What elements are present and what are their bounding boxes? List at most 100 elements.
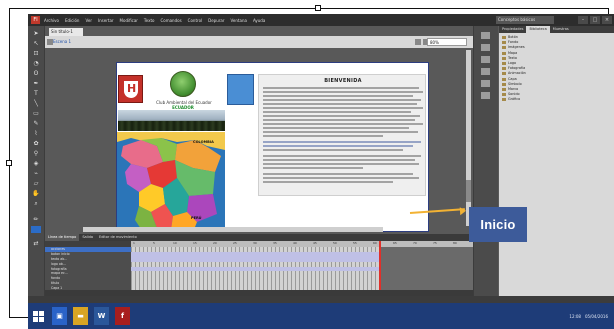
library-item[interactable]: Gráfico	[501, 97, 581, 102]
ruler-tick: 75	[433, 241, 437, 245]
maximize-button[interactable]: □	[590, 16, 600, 24]
ruler-tick: 30	[253, 241, 257, 245]
transform-tool-icon[interactable]: ⊡	[31, 50, 41, 57]
components-panel-icon[interactable]	[481, 92, 490, 99]
map-label-colombia: COLOMBIA	[193, 140, 214, 144]
edit-scene-icon[interactable]	[415, 39, 421, 45]
menu-modificar[interactable]: Modificar	[120, 18, 138, 23]
playhead[interactable]	[379, 241, 381, 291]
vertical-scroll-thumb[interactable]	[466, 180, 471, 202]
ecuador-map: COLOMBIA PERÚ	[117, 132, 225, 232]
layer-name[interactable]: fotografía	[51, 267, 67, 272]
tab-library[interactable]: Biblioteca	[526, 26, 550, 33]
timeline-footer	[45, 290, 473, 296]
swatches-panel-icon[interactable]	[481, 44, 490, 51]
layer-name[interactable]: boton inicio	[51, 252, 70, 257]
windows-start-icon[interactable]	[33, 311, 44, 322]
layer-name[interactable]: titulo	[51, 281, 59, 286]
layer-name[interactable]: texto ab...	[51, 257, 67, 262]
ruler-tick: 15	[193, 241, 197, 245]
word-taskbar-icon[interactable]: W	[94, 307, 109, 325]
menu-depurar[interactable]: Depurar	[208, 18, 224, 23]
ruler-tick: 40	[293, 241, 297, 245]
layer-name[interactable]: fondo	[51, 276, 60, 281]
ruler-tick: 60	[373, 241, 377, 245]
map-label-peru: PERÚ	[191, 216, 202, 220]
brush-tool-icon[interactable]: ⌇	[31, 130, 41, 137]
text-tool-icon[interactable]: T	[31, 90, 41, 97]
club-logo	[170, 71, 196, 97]
layer-name[interactable]: logo ob...	[51, 262, 66, 267]
scene-label[interactable]: Escena 1	[53, 39, 71, 44]
vertical-scrollbar[interactable]	[466, 50, 471, 226]
line-tool-icon[interactable]: ╲	[31, 100, 41, 107]
flash-taskbar-icon[interactable]: f	[115, 307, 130, 325]
explorer-taskbar-icon[interactable]: ▣	[52, 307, 67, 325]
stage-canvas[interactable]: H Club Ambiental del Ecuador ECUADOR COL…	[116, 62, 546, 232]
ruler-tick: 35	[273, 241, 277, 245]
menu-edicion[interactable]: Edición	[65, 18, 79, 23]
ruler-tick: 45	[313, 241, 317, 245]
timeline-panel: Línea de tiempo Salida Editor de movimie…	[45, 234, 473, 296]
tab-output[interactable]: Salida	[79, 234, 96, 241]
pencil-tool-icon[interactable]: ✎	[31, 120, 41, 127]
ruler-tick: 80	[453, 241, 457, 245]
windows-taskbar: ▣ ▬ W f 12:08 05/04/2016	[28, 303, 614, 329]
eyedropper-tool-icon[interactable]: ⌁	[31, 170, 41, 177]
tray-time[interactable]: 12:08	[569, 314, 581, 319]
lasso-tool-icon[interactable]: ʘ	[31, 70, 41, 77]
tab-swatches[interactable]: Muestras	[550, 26, 572, 33]
menu-control[interactable]: Control	[188, 18, 202, 23]
layer-name[interactable]: mapa ec...	[51, 271, 68, 276]
menu-ventana[interactable]: Ventana	[231, 18, 247, 23]
zoom-tool-icon[interactable]: ⌕	[31, 200, 41, 207]
rectangle-tool-icon[interactable]: ▭	[31, 110, 41, 117]
3d-rotation-tool-icon[interactable]: ◔	[31, 60, 41, 67]
eraser-tool-icon[interactable]: ▱	[31, 180, 41, 187]
document-tab[interactable]: Sin título-1	[49, 28, 83, 36]
ruler-tick: 55	[353, 241, 357, 245]
tab-properties[interactable]: Propiedades	[499, 26, 526, 33]
system-tray: 12:08 05/04/2016	[504, 303, 614, 329]
menu-ver[interactable]: Ver	[85, 18, 92, 23]
ruler-tick: 5	[153, 241, 155, 245]
layer-name[interactable]: acciones	[51, 247, 65, 252]
menu-comandos[interactable]: Comandos	[160, 18, 181, 23]
bone-tool-icon[interactable]: ⚲	[31, 150, 41, 157]
tab-motion-editor[interactable]: Editor de movimiento	[96, 234, 140, 241]
info-panel-icon[interactable]	[481, 68, 490, 75]
shield-icon: H	[124, 81, 138, 98]
tools-panel: ➤ ↖ ⊡ ◔ ʘ ✒ T ╲ ▭ ✎ ⌇ ✿ ⚲ ◈ ⌁ ▱ ✋ ⌕ ✏ ⇄	[28, 26, 44, 296]
stroke-color-icon[interactable]: ✏	[31, 216, 41, 223]
hand-tool-icon[interactable]: ✋	[31, 190, 41, 197]
paint-bucket-tool-icon[interactable]: ◈	[31, 160, 41, 167]
welcome-text-panel: BIENVENIDA	[258, 74, 546, 197]
menu-insertar[interactable]: Insertar	[98, 18, 114, 23]
horizontal-scrollbar[interactable]	[83, 227, 383, 232]
workspace-switcher[interactable]: Conceptos básicos	[496, 16, 554, 24]
menu-ayuda[interactable]: Ayuda	[253, 18, 265, 23]
menu-texto[interactable]: Texto	[144, 18, 155, 23]
align-panel-icon[interactable]	[481, 56, 490, 63]
folder-taskbar-icon[interactable]: ▬	[73, 307, 88, 325]
swap-colors-icon[interactable]: ⇄	[31, 240, 41, 247]
minimize-button[interactable]: –	[578, 16, 588, 24]
color-panel-icon[interactable]	[481, 32, 490, 39]
transform-panel-icon[interactable]	[481, 80, 490, 87]
deco-tool-icon[interactable]: ✿	[31, 140, 41, 147]
subselection-tool-icon[interactable]: ↖	[31, 40, 41, 47]
resize-handle-left[interactable]	[6, 160, 12, 166]
close-button[interactable]: ×	[602, 16, 612, 24]
library-tabs: Propiedades Biblioteca Muestras	[499, 26, 614, 33]
tab-timeline[interactable]: Línea de tiempo	[45, 234, 80, 241]
collapsed-panels-strip	[474, 26, 498, 296]
menu-archivo[interactable]: Archivo	[44, 18, 59, 23]
zoom-select[interactable]: 80%	[427, 38, 467, 46]
institution-logo: H	[118, 75, 143, 103]
window-controls: – □ ×	[578, 16, 612, 24]
resize-handle-top[interactable]	[315, 5, 321, 11]
tray-date[interactable]: 05/04/2016	[585, 314, 608, 319]
pen-tool-icon[interactable]: ✒	[31, 80, 41, 87]
selection-tool-icon[interactable]: ➤	[31, 30, 41, 37]
fill-color-icon[interactable]	[31, 226, 41, 233]
